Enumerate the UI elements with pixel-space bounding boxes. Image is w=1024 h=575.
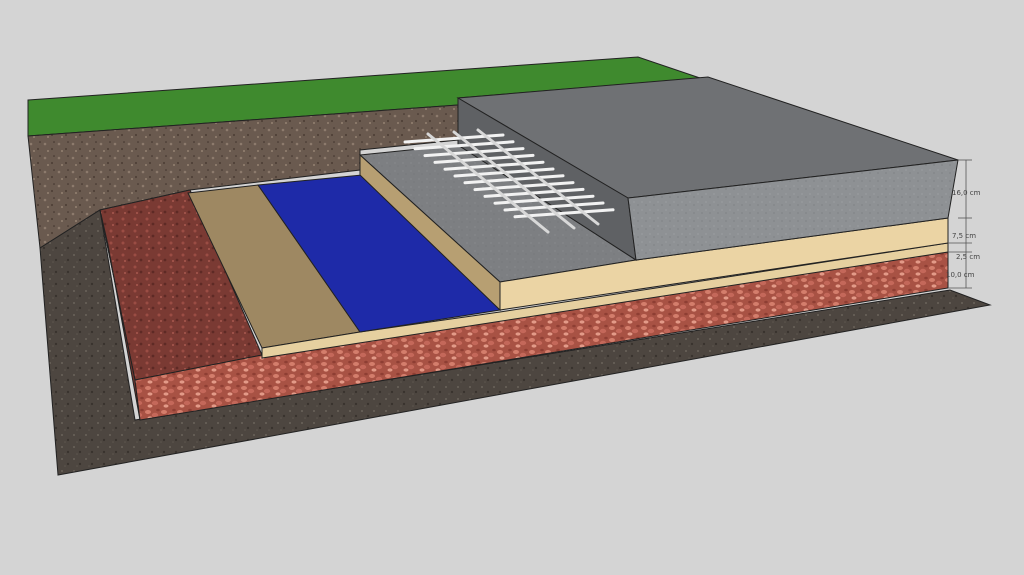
dim-label-2-5cm: 2,5 cm bbox=[956, 253, 980, 261]
foundation-cross-section-diagram: 16,0 cm 7,5 cm 2,5 cm 10,0 cm bbox=[27, 56, 992, 476]
dim-label-7-5cm: 7,5 cm bbox=[952, 232, 976, 240]
dim-label-10cm: 10,0 cm bbox=[946, 271, 975, 279]
dim-label-16cm: 16,0 cm bbox=[952, 189, 981, 197]
